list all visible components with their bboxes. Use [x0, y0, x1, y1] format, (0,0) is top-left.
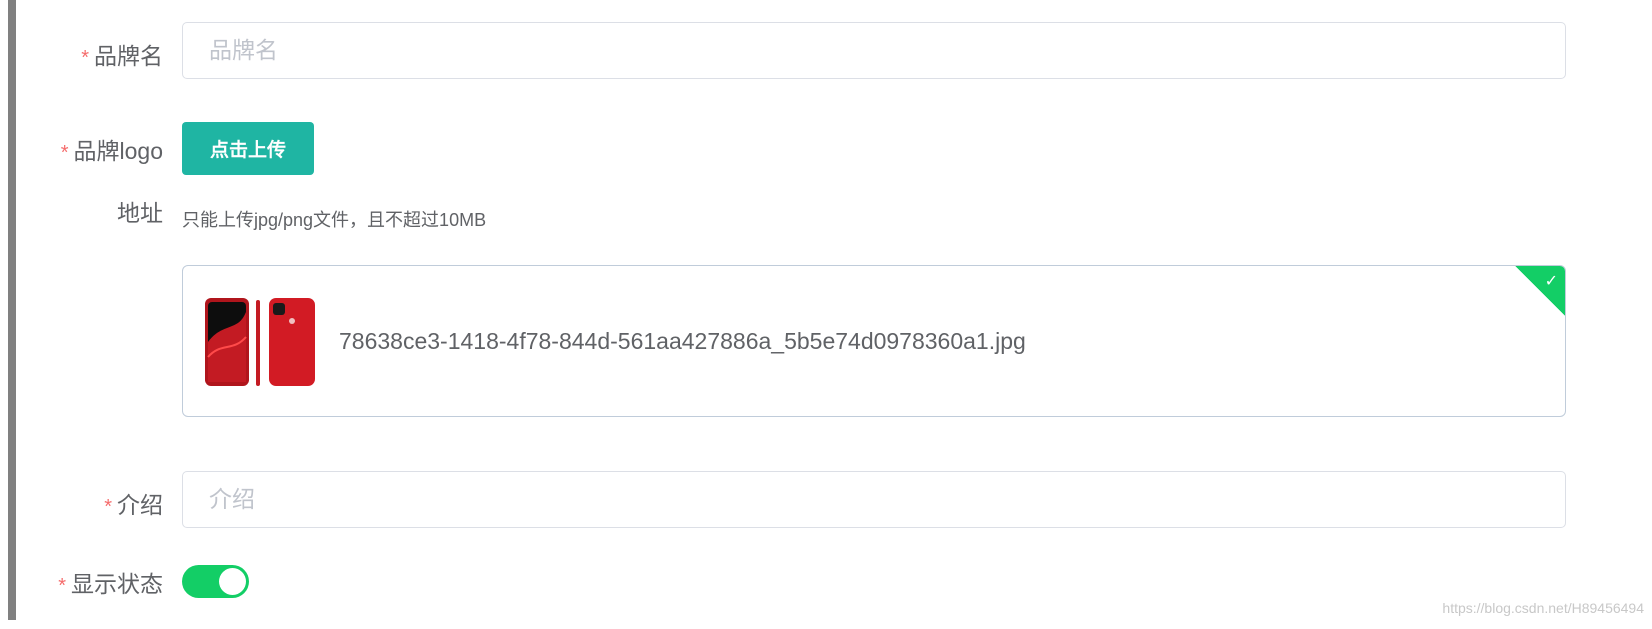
description-input[interactable]: [182, 471, 1566, 528]
brand-name-input[interactable]: [182, 22, 1566, 79]
show-status-label: * 显示状态: [58, 571, 163, 597]
required-mark: *: [81, 47, 89, 69]
toggle-knob: [219, 568, 246, 595]
file-name: 78638ce3-1418-4f78-844d-561aa427886a_5b5…: [339, 328, 1026, 354]
show-status-toggle[interactable]: [182, 565, 249, 598]
brand-logo-label: * 品牌logo: [60, 138, 163, 164]
uploaded-file-card[interactable]: 78638ce3-1418-4f78-844d-561aa427886a_5b5…: [182, 265, 1566, 417]
required-mark: *: [104, 496, 112, 518]
upload-button[interactable]: 点击上传: [182, 122, 314, 175]
left-border-bar: [8, 0, 16, 620]
required-mark: *: [58, 575, 66, 597]
check-icon: ✓: [1544, 273, 1558, 290]
brand-name-label: * 品牌名: [81, 43, 163, 69]
file-thumbnail: [205, 298, 315, 386]
upload-success-badge: ✓: [1514, 266, 1565, 317]
watermark: https://blog.csdn.net/H89456494: [1442, 600, 1644, 616]
description-label: * 介绍: [104, 492, 163, 518]
upload-tip: 只能上传jpg/png文件，且不超过10MB: [182, 210, 487, 230]
required-mark: *: [60, 142, 69, 164]
brand-logo-label-line2: 地址: [117, 200, 163, 226]
